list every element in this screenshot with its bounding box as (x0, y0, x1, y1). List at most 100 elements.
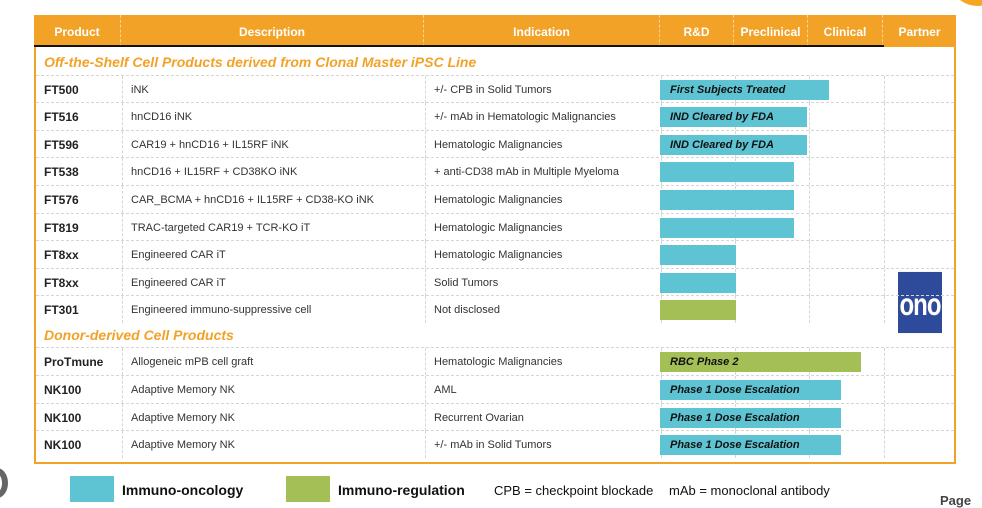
cell-description: CAR19 + hnCD16 + IL15RF iNK (123, 130, 426, 158)
section-title: Off-the-Shelf Cell Products derived from… (44, 54, 477, 70)
cell-stage (810, 241, 885, 269)
immuno-oncology-swatch (70, 476, 114, 502)
cell-product: FT576 (36, 185, 123, 213)
immuno-regulation-swatch (286, 476, 330, 502)
table-row: NK100 Adaptive Memory NK +/- mAb in Solid … (36, 430, 954, 459)
cell-indication: + anti-CD38 mAb in Multiple Myeloma (426, 158, 662, 186)
cell-stage (736, 241, 810, 269)
cell-indication: Hematologic Malignancies (426, 241, 662, 269)
table-row: FT8xx Engineered CAR iT Solid Tumors (36, 267, 954, 296)
section-title: Donor-derived Cell Products (44, 326, 234, 343)
table-row: ProTmune Allogeneic mPB cell graft Hematol… (36, 347, 954, 376)
cell-product: NK100 (36, 376, 123, 403)
table-header: Product Description Indication R&D Precl… (34, 15, 956, 47)
cell-product: FT8xx (36, 268, 123, 296)
cell-indication: AML (426, 376, 662, 403)
cell-product: FT596 (36, 130, 123, 158)
cell-stage (810, 185, 885, 213)
cell-product: NK100 (36, 403, 123, 431)
table-row: NK100 Adaptive Memory NK Recurrent Ovarian… (36, 402, 954, 431)
cell-description: Engineered CAR iT (123, 268, 426, 296)
status-label: RBC Phase 2 (670, 356, 739, 369)
table-row: FT576 CAR_BCMA + hnCD16 + IL15RF + CD38-K… (36, 184, 954, 213)
cell-stage (885, 214, 954, 241)
table-row: NK100 Adaptive Memory NK AML Phase 1 Dose E… (36, 375, 954, 403)
cell-indication: Hematologic Malignancies (426, 348, 662, 376)
immuno-oncology-label: Immuno-oncology (122, 482, 244, 498)
cell-stage (885, 76, 954, 103)
col-description: Description (121, 15, 424, 47)
cell-stage (810, 213, 885, 241)
progress-bar (660, 189, 794, 210)
cpb-note: CPB = checkpoint blockade (494, 483, 654, 498)
col-preclinical: Preclinical (734, 15, 808, 47)
table-row: FT8xx Engineered CAR iT Hematologic Malign… (36, 240, 954, 269)
cell-stage (885, 241, 954, 268)
status-label: Phase 1 Dose Escalation (670, 439, 800, 452)
cell-description: hnCD16 iNK (123, 103, 426, 131)
immuno-regulation-label: Immuno-regulation (338, 482, 465, 498)
progress-bar (660, 217, 794, 238)
cell-description: Adaptive Memory NK (123, 376, 426, 403)
cell-description: Adaptive Memory NK (123, 403, 426, 431)
cell-description: CAR_BCMA + hnCD16 + IL15RF + CD38-KO iNK (123, 185, 426, 213)
col-partner: Partner (898, 25, 941, 39)
table-row: FT819 TRAC-targeted CAR19 + TCR-KO iT Hema… (36, 212, 954, 241)
cell-stage (885, 376, 954, 403)
progress-bar (660, 300, 736, 321)
cell-indication: +/- mAb in Solid Tumors (426, 431, 662, 459)
cell-stage (885, 348, 954, 375)
cell-stage (810, 268, 885, 296)
progress-bar (660, 272, 736, 293)
cell-indication: Not disclosed (426, 296, 662, 324)
cell-product: FT500 (36, 75, 123, 103)
table-row: FT538 hnCD16 + IL15RF + CD38KO iNK + anti-… (36, 157, 954, 186)
cell-stage (810, 158, 885, 186)
cell-indication: Hematologic Malignancies (426, 130, 662, 158)
cell-indication: +/- mAb in Hematologic Malignancies (426, 103, 662, 131)
col-rd: R&D (660, 15, 734, 47)
progress-bar (660, 245, 736, 266)
cell-product: FT538 (36, 158, 123, 186)
cell-description: hnCD16 + IL15RF + CD38KO iNK (123, 158, 426, 186)
table-row: FT301 Engineered immuno-suppressive cell N… (36, 295, 954, 324)
mab-note: mAb = monoclonal antibody (669, 483, 830, 498)
status-label: Phase 1 Dose Escalation (670, 411, 800, 424)
col-product: Product (34, 15, 121, 47)
page-number: Page (940, 493, 972, 508)
cell-product: ProTmune (36, 348, 123, 376)
cell-product: FT819 (36, 213, 123, 241)
status-label: IND Cleared by FDA (670, 138, 774, 151)
progress-bar: Phase 1 Dose Escalation (660, 407, 841, 428)
cell-stage (885, 296, 954, 323)
company-logo-partial (0, 468, 8, 498)
table-body: ono Off-the-Shelf Cell Products derived … (34, 47, 956, 464)
progress-bar: IND Cleared by FDA (660, 107, 808, 128)
cell-stage (885, 158, 954, 185)
cell-description: Engineered immuno-suppressive cell (123, 296, 426, 324)
status-label: IND Cleared by FDA (670, 111, 774, 124)
cell-stage (885, 131, 954, 158)
cell-indication: Hematologic Malignancies (426, 213, 662, 241)
cell-stage (885, 404, 954, 431)
cell-stage (736, 268, 810, 296)
col-indication: Indication (424, 15, 660, 47)
progress-bar: Phase 1 Dose Escalation (660, 435, 841, 456)
cell-indication: +/- CPB in Solid Tumors (426, 75, 662, 103)
cell-stage (736, 296, 810, 324)
cell-product: NK100 (36, 431, 123, 459)
cell-indication: Hematologic Malignancies (426, 185, 662, 213)
cell-stage (885, 431, 954, 458)
cell-indication: Solid Tumors (426, 268, 662, 296)
col-clinical: Clinical (808, 15, 883, 47)
cell-product: FT8xx (36, 241, 123, 269)
progress-bar (660, 162, 794, 183)
progress-bar: First Subjects Treated (660, 79, 830, 100)
cell-description: iNK (123, 75, 426, 103)
cell-description: Allogeneic mPB cell graft (123, 348, 426, 376)
table-row: FT516 hnCD16 iNK +/- mAb in Hematologic Ma… (36, 102, 954, 131)
corner-decoration (954, 0, 982, 6)
table-row: FT596 CAR19 + hnCD16 + IL15RF iNK Hematolo… (36, 129, 954, 158)
pipeline-table: Product Description Indication R&D Precl… (34, 15, 956, 464)
cell-stage (810, 103, 885, 131)
